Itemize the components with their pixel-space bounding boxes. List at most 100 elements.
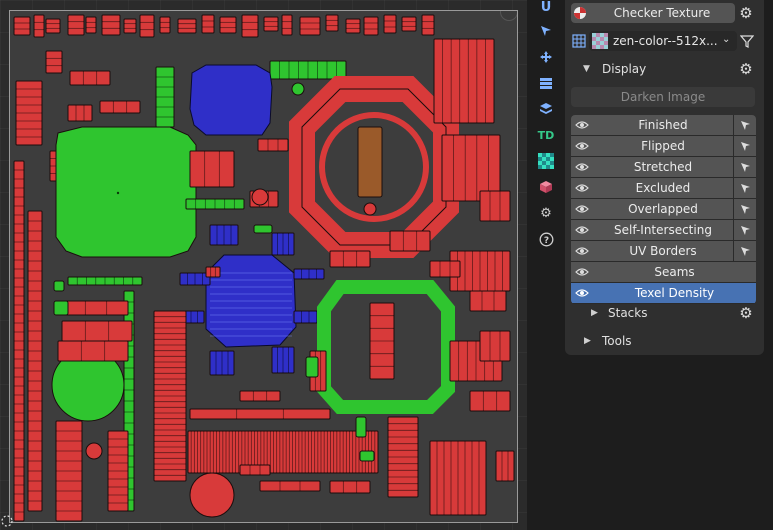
overlay-item[interactable]: Texel Density	[571, 283, 756, 304]
overlay-label[interactable]: Texel Density	[593, 283, 756, 303]
uv-island[interactable]	[281, 14, 293, 36]
eye-icon[interactable]	[571, 283, 593, 303]
red-island[interactable]	[189, 472, 235, 518]
green-island[interactable]	[291, 82, 305, 96]
uv-viewport[interactable]	[0, 0, 527, 530]
overlay-label[interactable]: Excluded	[593, 178, 733, 198]
uv-vertex[interactable]	[116, 191, 120, 195]
cursor-icon[interactable]	[537, 22, 555, 40]
move-icon[interactable]	[537, 48, 555, 66]
eye-icon[interactable]	[571, 199, 593, 219]
overlay-item[interactable]: Finished	[571, 115, 756, 136]
uv-island[interactable]	[99, 100, 141, 114]
eye-icon[interactable]	[571, 262, 593, 282]
green-island[interactable]	[253, 224, 273, 234]
uv-island[interactable]	[189, 150, 235, 188]
eye-icon[interactable]	[571, 115, 593, 135]
overlay-item[interactable]: Seams	[571, 262, 756, 283]
uv-island[interactable]	[63, 300, 129, 316]
uv-island[interactable]	[67, 104, 93, 122]
overlay-item[interactable]: UV Borders	[571, 241, 756, 262]
select-arrow-icon[interactable]	[734, 241, 756, 261]
uv-island[interactable]	[45, 50, 63, 74]
overlay-label[interactable]: Seams	[593, 262, 756, 282]
uv-island[interactable]	[177, 18, 197, 34]
uv-island[interactable]	[495, 450, 515, 482]
uv-island[interactable]	[189, 408, 331, 420]
uv-island[interactable]	[325, 14, 339, 32]
uv-island[interactable]	[139, 14, 155, 38]
texture-select[interactable]: zen-color--512x... ⌄	[589, 31, 737, 51]
overlay-label[interactable]: Overlapped	[593, 199, 733, 219]
layers-icon[interactable]	[537, 100, 555, 118]
eye-icon[interactable]	[571, 241, 593, 261]
checker-settings-gear-icon[interactable]: ⚙	[736, 3, 756, 23]
uv-island[interactable]	[329, 250, 371, 268]
red-island[interactable]	[85, 442, 103, 460]
uv-island[interactable]	[263, 16, 279, 32]
display-section-header[interactable]: ▼ Display ⚙	[565, 58, 764, 80]
uv-island[interactable]	[299, 16, 321, 36]
overlay-label[interactable]: Self-Intersecting	[593, 220, 733, 240]
uv-island[interactable]	[57, 340, 129, 362]
eye-icon[interactable]	[571, 157, 593, 177]
green-island[interactable]	[53, 280, 65, 292]
overlay-item[interactable]: Flipped	[571, 136, 756, 157]
uv-island[interactable]	[85, 16, 97, 34]
select-arrow-icon[interactable]	[734, 199, 756, 219]
uv-island[interactable]	[469, 390, 511, 412]
uv-island[interactable]	[389, 230, 431, 252]
overlay-label[interactable]: Finished	[593, 115, 733, 135]
uv-island[interactable]	[383, 14, 397, 34]
display-settings-gear-icon[interactable]: ⚙	[736, 59, 756, 79]
uv-island[interactable]	[239, 390, 281, 402]
gear-icon[interactable]: ⚙	[537, 204, 555, 222]
green-island[interactable]	[305, 356, 319, 378]
uv-island[interactable]	[61, 320, 133, 342]
uv-island[interactable]	[401, 16, 417, 32]
uv-island[interactable]	[329, 480, 371, 494]
blue-island[interactable]	[189, 64, 273, 136]
overlay-label[interactable]: UV Borders	[593, 241, 733, 261]
uv-island[interactable]	[363, 16, 379, 36]
select-arrow-icon[interactable]	[734, 178, 756, 198]
red-island[interactable]	[251, 188, 269, 206]
overlay-label[interactable]: Flipped	[593, 136, 733, 156]
green-island[interactable]	[359, 450, 375, 462]
checker-icon[interactable]	[537, 152, 555, 170]
cube-icon[interactable]	[537, 178, 555, 196]
select-arrow-icon[interactable]	[734, 157, 756, 177]
green-island[interactable]	[355, 416, 367, 438]
stacks-settings-gear-icon[interactable]: ⚙	[736, 303, 756, 323]
green-island[interactable]	[55, 126, 197, 258]
uv-islands[interactable]	[10, 11, 518, 523]
uv-island[interactable]	[259, 480, 321, 492]
stacks-section-header[interactable]: ▶ Stacks ⚙	[565, 302, 764, 324]
overlay-item[interactable]: Self-Intersecting	[571, 220, 756, 241]
uv-island[interactable]	[345, 18, 361, 34]
u-icon[interactable]: U	[537, 0, 555, 16]
uv-island[interactable]	[45, 18, 61, 34]
uv-island[interactable]	[101, 14, 121, 36]
uv-island[interactable]	[479, 330, 511, 362]
td-icon[interactable]: TD	[537, 126, 555, 144]
green-island[interactable]	[53, 300, 69, 316]
overlay-item[interactable]: Excluded	[571, 178, 756, 199]
eye-icon[interactable]	[571, 220, 593, 240]
eye-icon[interactable]	[571, 178, 593, 198]
overlay-item[interactable]: Stretched	[571, 157, 756, 178]
uv-island[interactable]	[123, 18, 137, 34]
uv-island[interactable]	[433, 38, 495, 124]
brown-island[interactable]	[357, 126, 383, 198]
uv-island[interactable]	[219, 16, 237, 34]
uv-island[interactable]	[69, 70, 111, 86]
uv-island[interactable]	[257, 138, 289, 152]
select-arrow-icon[interactable]	[734, 115, 756, 135]
uv-island[interactable]	[205, 266, 221, 278]
filter-icon[interactable]	[738, 32, 756, 50]
red-island[interactable]	[363, 202, 377, 216]
uv-island[interactable]	[469, 290, 507, 312]
grid-icon[interactable]	[537, 74, 555, 92]
uv-island[interactable]	[239, 464, 271, 476]
uv-island[interactable]	[33, 14, 45, 38]
